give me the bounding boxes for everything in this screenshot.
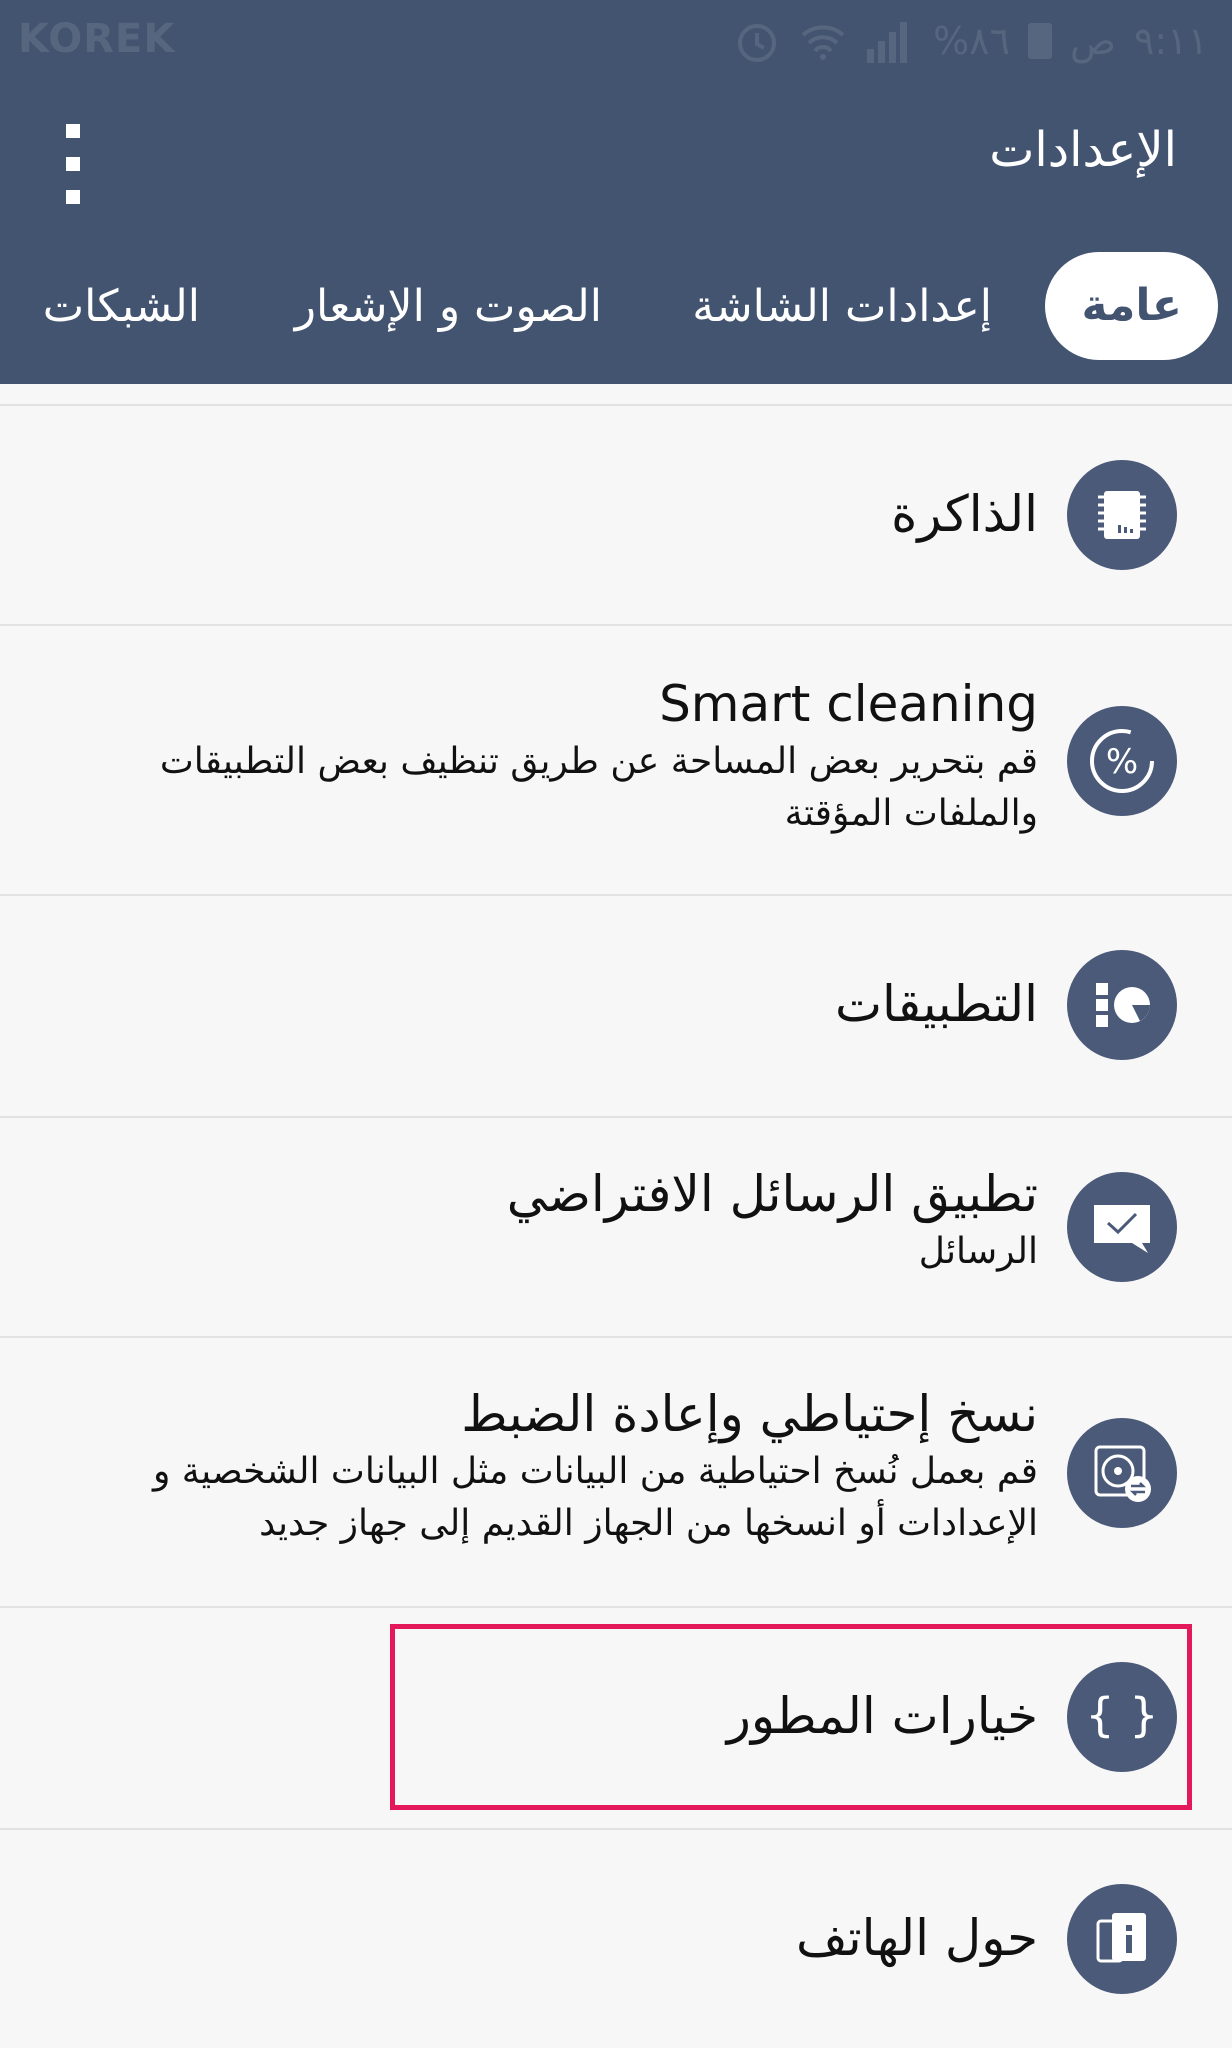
item-subtitle: قم بعمل نُسخ احتياطية من البيانات مثل ال… bbox=[152, 1451, 1038, 1544]
page-title: الإعدادات bbox=[989, 122, 1177, 178]
battery-percent: %٨٦ bbox=[933, 19, 1010, 63]
item-subtitle: الرسائل bbox=[918, 1231, 1038, 1272]
more-vert-icon[interactable] bbox=[58, 124, 88, 232]
item-title: التطبيقات bbox=[834, 975, 1038, 1033]
svg-text:{ }: { } bbox=[1085, 1688, 1158, 1742]
item-title: Smart cleaning bbox=[659, 675, 1038, 733]
apps-pie-icon bbox=[1067, 950, 1177, 1060]
item-title: تطبيق الرسائل الافتراضي bbox=[506, 1165, 1038, 1223]
list-item-memory[interactable]: الذاكرة bbox=[0, 406, 1232, 624]
list-item-apps[interactable]: التطبيقات bbox=[0, 896, 1232, 1116]
memory-chip-icon bbox=[1067, 460, 1177, 570]
phone-info-icon bbox=[1067, 1884, 1177, 1994]
list-item-smart-cleaning[interactable]: % Smart cleaning قم بتحرير بعض المساحة ع… bbox=[0, 626, 1232, 894]
percent-gauge-icon: % bbox=[1067, 706, 1177, 816]
tab-sound-notifications[interactable]: الصوت و الإشعار bbox=[295, 252, 602, 362]
list-item-backup-reset[interactable]: نسخ إحتياطي وإعادة الضبط قم بعمل نُسخ اح… bbox=[0, 1338, 1232, 1606]
item-subtitle: قم بتحرير بعض المساحة عن طريق تنظيف بعض … bbox=[159, 741, 1038, 834]
braces-icon: { } bbox=[1067, 1662, 1177, 1772]
alarm-icon bbox=[738, 24, 777, 62]
tab-display-settings[interactable]: إعدادات الشاشة bbox=[692, 252, 992, 362]
status-bar: KOREK %٨٦ ص ٩:١١ bbox=[0, 0, 1232, 82]
time-period: ص bbox=[1070, 19, 1116, 63]
list-item-about-phone[interactable]: حول الهاتف bbox=[0, 1830, 1232, 2048]
carrier-name: KOREK bbox=[18, 16, 176, 62]
tab-general[interactable]: عامة bbox=[1045, 252, 1218, 360]
message-check-icon bbox=[1067, 1172, 1177, 1282]
backup-disk-icon bbox=[1067, 1418, 1177, 1528]
tab-networks[interactable]: الشبكات bbox=[43, 252, 200, 362]
item-title: حول الهاتف bbox=[795, 1909, 1038, 1967]
wifi-icon bbox=[801, 25, 845, 60]
battery-icon bbox=[1028, 23, 1052, 59]
item-title: الذاكرة bbox=[891, 485, 1038, 543]
svg-text:%: % bbox=[1106, 742, 1138, 782]
app-bar: الإعدادات عامة إعدادات الشاشة الصوت و ال… bbox=[0, 82, 1232, 384]
tab-bar: عامة إعدادات الشاشة الصوت و الإشعار الشب… bbox=[0, 252, 1232, 362]
item-title: نسخ إحتياطي وإعادة الضبط bbox=[461, 1385, 1038, 1443]
list-item-developer-options[interactable]: { } خيارات المطور bbox=[0, 1608, 1232, 1828]
clock-time: ٩:١١ bbox=[1133, 19, 1208, 63]
list-item-default-messages[interactable]: تطبيق الرسائل الافتراضي الرسائل bbox=[0, 1118, 1232, 1336]
signal-icon bbox=[867, 22, 908, 63]
item-title: خيارات المطور bbox=[726, 1687, 1038, 1745]
